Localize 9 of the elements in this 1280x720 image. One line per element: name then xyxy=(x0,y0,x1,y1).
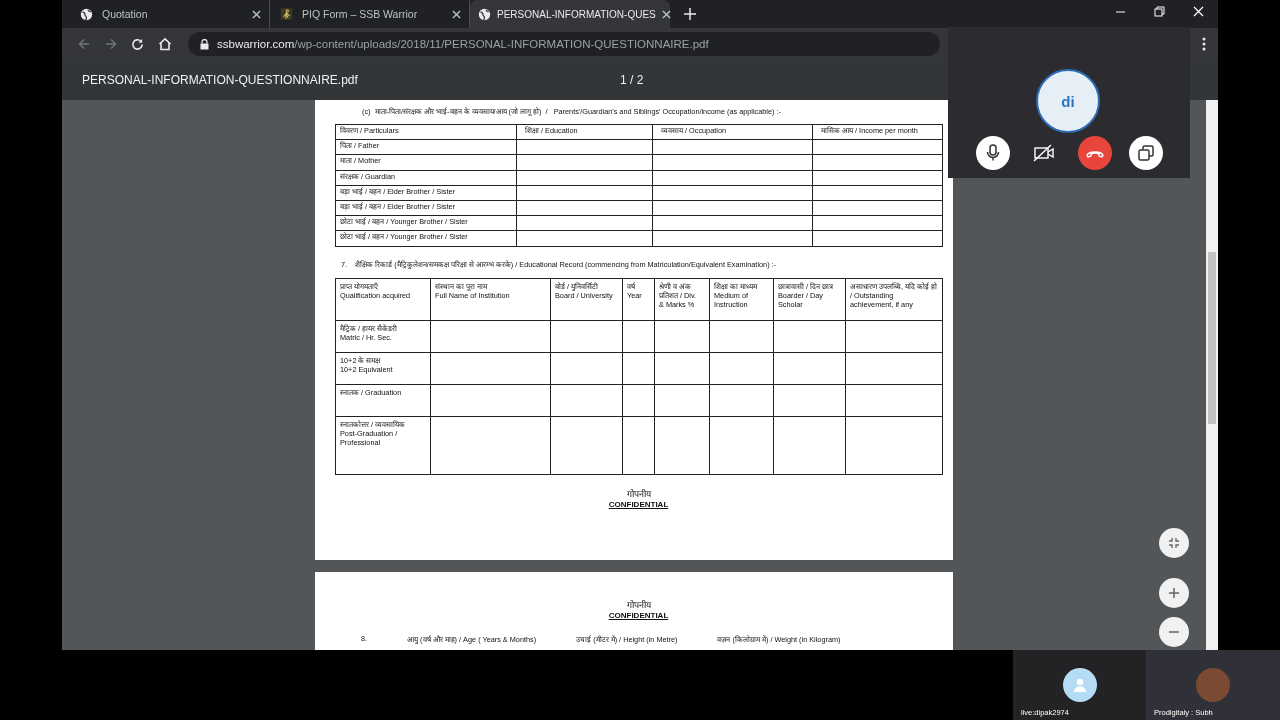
file-name: PERSONAL-INFORMATION-QUESTIONNAIRE.pdf xyxy=(82,73,359,87)
confidential-label: CONFIDENTIAL xyxy=(608,499,669,509)
page-indicator: 1 / 2 xyxy=(620,73,644,87)
confidential-label-hindi: गोपनीय xyxy=(626,487,651,500)
browser-tab[interactable]: PERSONAL-INFORMATION-QUES xyxy=(470,0,670,28)
confidential-label: CONFIDENTIAL xyxy=(608,611,669,620)
avatar: di xyxy=(1036,69,1100,133)
confidential-label-hindi: गोपनीय xyxy=(626,599,651,611)
address-bar[interactable]: ssbwarrior.com/wp-content/uploads/2018/11/PERSONAL-INFORMATION-QUESTIONNAIRE.pdf xyxy=(188,32,940,56)
